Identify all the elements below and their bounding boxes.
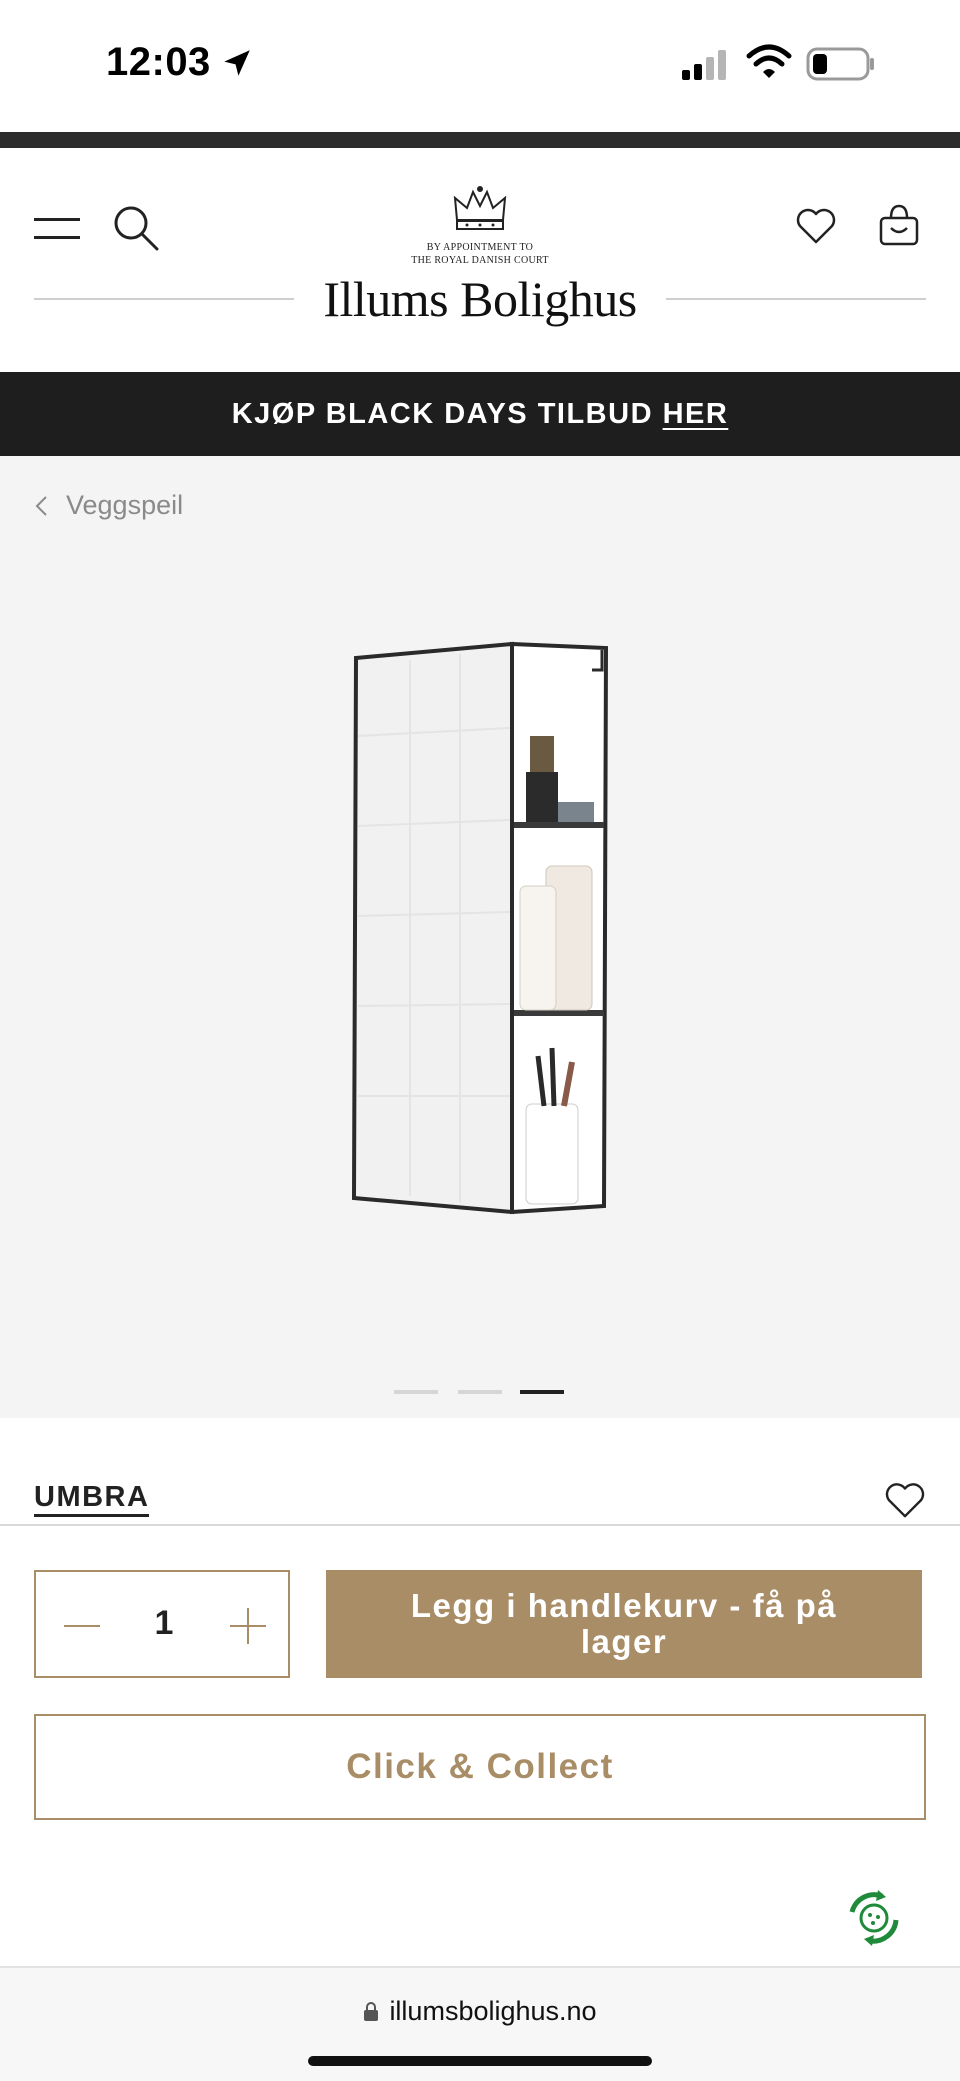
wifi-icon — [746, 44, 792, 78]
brand-row: UMBRA — [0, 1418, 960, 1526]
add-to-cart-button[interactable]: Legg i handlekurv - få på lager — [326, 1570, 922, 1678]
quantity-stepper: 1 — [34, 1570, 290, 1678]
gallery-dot[interactable] — [394, 1390, 438, 1394]
product-image — [351, 641, 609, 1215]
brand-link[interactable]: UMBRA — [34, 1482, 150, 1517]
menu-icon[interactable] — [34, 214, 80, 244]
plus-icon[interactable] — [230, 1608, 266, 1644]
url-field[interactable]: illumsbolighus.no — [0, 1996, 960, 2027]
heart-icon[interactable] — [794, 204, 838, 248]
search-icon[interactable] — [112, 204, 160, 252]
promo-banner[interactable]: KJØP BLACK DAYS TILBUD HER — [0, 372, 960, 456]
battery-icon — [806, 47, 874, 81]
site-header: BY APPOINTMENT TO THE ROYAL DANISH COURT… — [0, 148, 960, 372]
chevron-left-icon — [35, 495, 47, 516]
crown-icon — [453, 186, 507, 230]
royal-appointment: BY APPOINTMENT TO THE ROYAL DANISH COURT — [411, 242, 549, 266]
location-arrow-icon — [224, 50, 250, 76]
gallery-pagination — [0, 1390, 960, 1396]
gallery-dot[interactable] — [458, 1390, 502, 1394]
breadcrumb-label: Veggspeil — [66, 490, 184, 520]
minus-icon[interactable] — [64, 1612, 100, 1640]
product-gallery[interactable]: Veggspeil — [0, 456, 960, 1418]
lock-icon — [364, 2001, 379, 2021]
heart-icon[interactable] — [884, 1480, 926, 1520]
click-collect-button[interactable]: Click & Collect — [34, 1714, 926, 1820]
logo-divider-left — [34, 298, 294, 300]
site-logo[interactable]: Illums Bolighus — [300, 270, 660, 328]
recycle-icon[interactable] — [842, 1886, 906, 1950]
gallery-dot-active[interactable] — [520, 1390, 564, 1394]
signal-icon — [682, 50, 726, 80]
promo-link[interactable]: HER — [663, 398, 729, 430]
bag-icon[interactable] — [876, 202, 922, 248]
promo-text: KJØP BLACK DAYS TILBUD — [231, 398, 654, 430]
status-time: 12:03 — [106, 40, 211, 84]
quantity-value[interactable]: 1 — [120, 1604, 208, 1643]
url-text: illumsbolighus.no — [389, 1996, 597, 2026]
top-strip — [0, 132, 960, 148]
home-indicator[interactable] — [308, 2056, 652, 2066]
browser-url-bar: illumsbolighus.no — [0, 1966, 960, 2081]
status-bar: 12:03 — [0, 0, 960, 132]
logo-divider-right — [666, 298, 926, 300]
breadcrumb[interactable]: Veggspeil — [34, 490, 183, 521]
